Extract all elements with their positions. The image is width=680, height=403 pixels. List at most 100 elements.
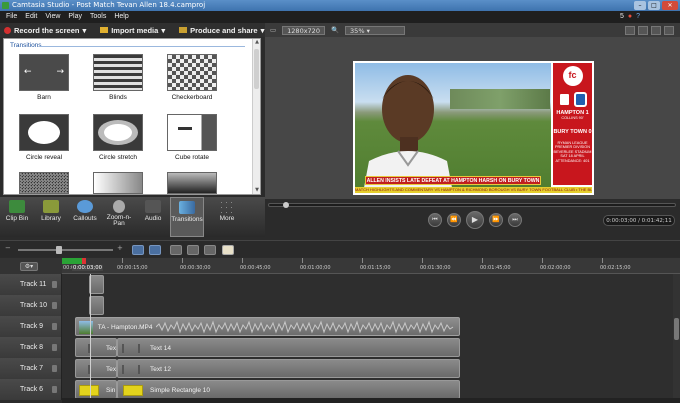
redo-button[interactable] xyxy=(149,245,161,255)
timeline-horizontal-scrollbar[interactable] xyxy=(62,398,680,403)
clip[interactable] xyxy=(89,296,104,315)
notification-count[interactable]: 5 xyxy=(620,11,624,23)
skip-forward-button[interactable]: ⏭ xyxy=(508,213,522,227)
scroll-thumb[interactable] xyxy=(674,318,679,340)
zoom-in-icon[interactable]: + xyxy=(117,244,123,252)
media-clip[interactable]: TA - Hampton.MP4 xyxy=(75,317,460,336)
menu-tools[interactable]: Tools xyxy=(90,11,106,23)
timeline-vertical-scrollbar[interactable] xyxy=(673,274,680,398)
timeline-zoom-slider[interactable] xyxy=(18,246,113,254)
text-clip[interactable]: Tex xyxy=(75,338,117,357)
zoom-select[interactable]: 35% ▾ xyxy=(345,25,406,35)
timecode-display: 0:00:03;00 / 0:01:42;11 xyxy=(603,215,675,226)
timeline-ruler[interactable]: 00:00:00;00 00:00:15;00 00:00:30;00 00:0… xyxy=(62,258,680,274)
lock-icon[interactable] xyxy=(52,323,57,330)
menu-view[interactable]: View xyxy=(45,11,60,23)
help-icon[interactable]: ? xyxy=(636,11,640,23)
import-media-button[interactable]: Import media ▾ xyxy=(100,26,165,35)
tab-transitions[interactable]: Transitions xyxy=(170,197,204,237)
track-body[interactable] xyxy=(62,295,680,316)
track-body[interactable]: Tex Text 14 xyxy=(62,337,680,358)
canvas-size-icon[interactable]: ▭ xyxy=(270,26,276,34)
gear-icon[interactable]: ⚙▾ xyxy=(20,262,38,271)
panel-scrollbar[interactable]: ▲ ▼ xyxy=(252,39,260,194)
shape-clip[interactable]: Simple Rectangle 10 xyxy=(117,380,460,399)
cut-button[interactable] xyxy=(170,245,182,255)
scroll-up-icon[interactable]: ▲ xyxy=(253,39,261,46)
tab-more[interactable]: More xyxy=(210,197,244,237)
preview-view-buttons xyxy=(625,25,680,35)
text-clip[interactable]: Text 12 xyxy=(117,359,460,378)
copy-button[interactable] xyxy=(187,245,199,255)
transition-dissolve[interactable] xyxy=(14,172,74,194)
transition-cube-rotate[interactable]: Cube rotate xyxy=(162,114,222,161)
text-clip[interactable]: Tex xyxy=(75,359,117,378)
play-button[interactable]: ▶ xyxy=(466,211,484,229)
paste-button[interactable] xyxy=(204,245,216,255)
tab-library[interactable]: Library xyxy=(34,197,68,237)
close-button[interactable]: ✕ xyxy=(662,1,678,10)
transition-circle-reveal[interactable]: Circle reveal xyxy=(14,114,74,161)
track-label[interactable]: Track 10 xyxy=(0,295,62,316)
track-label[interactable]: Track 8 xyxy=(0,337,62,358)
maximize-button[interactable]: □ xyxy=(648,1,660,10)
playhead-end-marker[interactable] xyxy=(82,258,86,264)
split-button[interactable] xyxy=(222,245,234,255)
preview-scrubber[interactable] xyxy=(268,202,676,208)
track-label[interactable]: Track 7 xyxy=(0,358,62,379)
clip[interactable] xyxy=(89,275,104,294)
tab-zoom-n-pan[interactable]: Zoom-n- Pan xyxy=(102,197,136,237)
transition-fade-black[interactable] xyxy=(162,172,222,194)
track-body[interactable]: TA - Hampton.MP4 xyxy=(62,316,680,337)
lock-icon[interactable] xyxy=(52,386,57,393)
minimize-button[interactable]: – xyxy=(634,1,646,10)
alert-icon[interactable]: ● xyxy=(628,11,632,23)
transition-barn[interactable]: ← → Barn xyxy=(14,54,74,101)
zoom-slider-knob[interactable] xyxy=(56,246,62,254)
transition-circle-stretch[interactable]: Circle stretch xyxy=(88,114,148,161)
tab-clip-bin[interactable]: Clip Bin xyxy=(0,197,34,237)
text-clip[interactable]: Text 14 xyxy=(117,338,460,357)
undo-button[interactable] xyxy=(132,245,144,255)
track-name: Track 7 xyxy=(20,365,44,372)
video-canvas[interactable]: ALLEN INSISTS LATE DEFEAT AT HAMPTON HAR… xyxy=(353,61,594,195)
track-body[interactable]: Tex Text 12 xyxy=(62,358,680,379)
transition-checkerboard[interactable]: Checkerboard xyxy=(162,54,222,101)
view-button-3[interactable] xyxy=(651,25,661,35)
menu-edit[interactable]: Edit xyxy=(25,11,37,23)
track-body[interactable] xyxy=(62,274,680,295)
view-button-2[interactable] xyxy=(638,25,648,35)
lock-icon[interactable] xyxy=(52,344,57,351)
tab-audio[interactable]: Audio xyxy=(136,197,170,237)
rectangle-swatch xyxy=(79,385,99,396)
menu-file[interactable]: File xyxy=(6,11,17,23)
record-screen-button[interactable]: Record the screen ▾ xyxy=(4,26,86,35)
score-panel: fc HAMPTON 1 COLLINS 90' BURY TOWN 0 RYM… xyxy=(553,63,592,185)
lock-icon[interactable] xyxy=(52,365,57,372)
lock-icon[interactable] xyxy=(52,302,57,309)
track-label[interactable]: Track 11 xyxy=(0,274,62,295)
step-forward-button[interactable]: ⏩ xyxy=(489,213,503,227)
transition-blinds[interactable]: Blinds xyxy=(88,54,148,101)
shape-clip[interactable]: Sin xyxy=(75,380,117,399)
window-controls: – □ ✕ xyxy=(634,1,678,10)
scrubber-knob[interactable] xyxy=(283,202,289,208)
menu-play[interactable]: Play xyxy=(68,11,82,23)
view-button-4[interactable] xyxy=(664,25,674,35)
transition-fade[interactable] xyxy=(88,172,148,194)
scroll-thumb[interactable] xyxy=(254,49,259,89)
menu-help[interactable]: Help xyxy=(114,11,128,23)
step-back-button[interactable]: ⏪ xyxy=(447,213,461,227)
skip-back-button[interactable]: ⏮ xyxy=(428,213,442,227)
track-label[interactable]: Track 6 xyxy=(0,379,62,400)
zoom-out-icon[interactable]: − xyxy=(5,244,11,252)
lock-icon[interactable] xyxy=(52,281,57,288)
scroll-down-icon[interactable]: ▼ xyxy=(253,187,261,194)
playhead-handle[interactable] xyxy=(62,258,84,264)
tab-callouts[interactable]: Callouts xyxy=(68,197,102,237)
produce-share-button[interactable]: Produce and share ▾ xyxy=(179,26,264,35)
track-label[interactable]: Track 9 xyxy=(0,316,62,337)
track-body[interactable]: Sin Simple Rectangle 10 xyxy=(62,379,680,400)
view-button-1[interactable] xyxy=(625,25,635,35)
resolution-select[interactable]: 1280x720 xyxy=(282,25,325,35)
